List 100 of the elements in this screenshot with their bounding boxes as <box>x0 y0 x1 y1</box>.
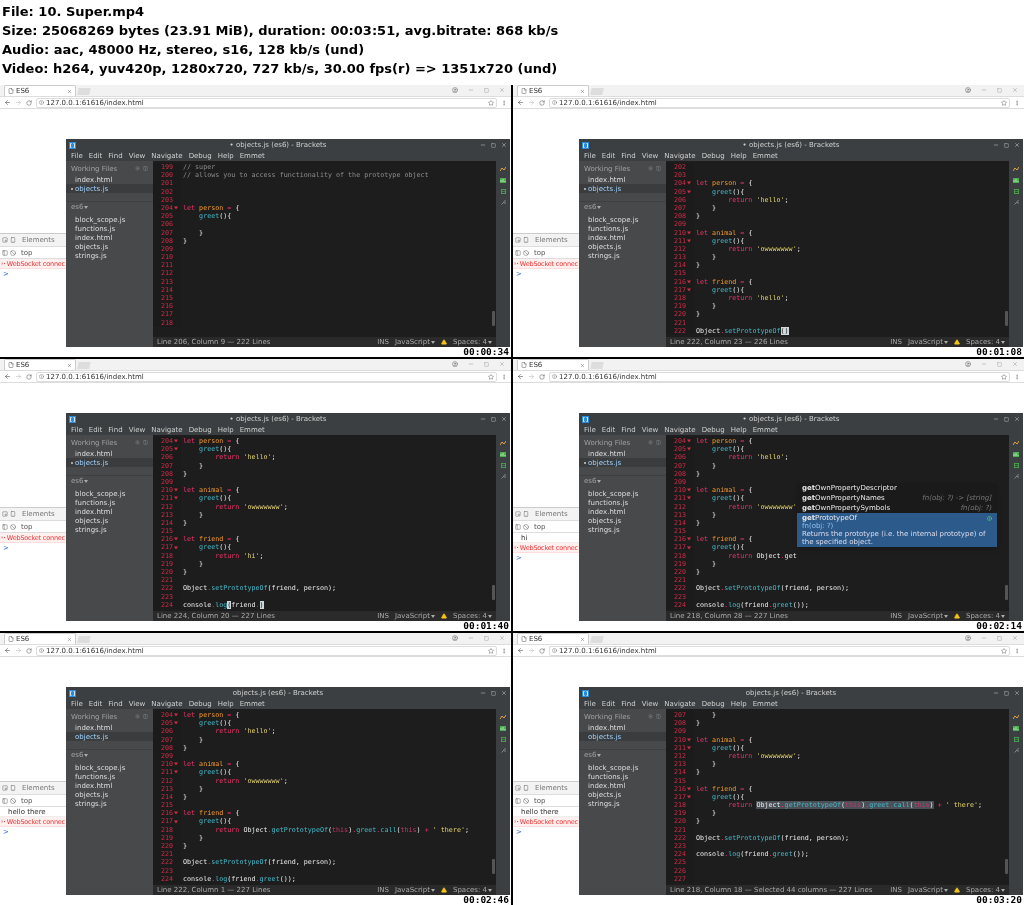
close-icon[interactable] <box>580 362 585 368</box>
gear-icon[interactable] <box>648 714 653 719</box>
box-icon[interactable] <box>1013 463 1019 468</box>
close-icon[interactable] <box>67 636 72 642</box>
maximize-icon[interactable] <box>491 416 496 422</box>
minimize-icon[interactable] <box>480 142 486 148</box>
fold-arrow-icon[interactable] <box>687 745 691 750</box>
maximize-icon[interactable] <box>484 87 489 93</box>
clear-icon[interactable] <box>523 523 529 530</box>
maximize-icon[interactable] <box>997 635 1002 641</box>
inspect-icon[interactable] <box>2 237 8 243</box>
reload-icon[interactable] <box>26 99 32 106</box>
expand-arrow-icon[interactable] <box>4 820 6 823</box>
back-icon[interactable] <box>517 373 524 380</box>
box-icon[interactable] <box>1013 737 1019 742</box>
reload-icon[interactable] <box>539 373 545 380</box>
wrench-icon[interactable] <box>1013 200 1019 205</box>
fold-arrow-icon[interactable] <box>174 537 178 542</box>
forward-icon[interactable] <box>528 373 535 380</box>
forward-icon[interactable] <box>528 99 535 106</box>
zigzag-icon[interactable] <box>1013 167 1019 172</box>
chart-icon[interactable] <box>1013 726 1019 731</box>
maximize-icon[interactable] <box>484 361 489 367</box>
split-view-icon[interactable] <box>143 166 148 171</box>
clear-icon[interactable] <box>523 797 529 804</box>
maximize-icon[interactable] <box>1004 690 1009 696</box>
inspect-icon[interactable] <box>515 785 521 791</box>
back-icon[interactable] <box>517 99 524 106</box>
fold-arrow-icon[interactable] <box>174 488 178 493</box>
box-icon[interactable] <box>500 189 506 194</box>
reload-icon[interactable] <box>26 647 32 654</box>
profile-icon[interactable] <box>965 361 971 367</box>
new-tab-button[interactable] <box>77 362 91 369</box>
clear-icon[interactable] <box>10 523 16 530</box>
fold-arrow-icon[interactable] <box>174 496 178 501</box>
star-icon[interactable] <box>1001 647 1007 654</box>
zigzag-icon[interactable] <box>500 167 506 172</box>
sidebar-icon[interactable] <box>515 523 521 530</box>
inspect-icon[interactable] <box>2 511 8 517</box>
back-icon[interactable] <box>4 99 11 106</box>
minimize-icon[interactable] <box>480 690 486 696</box>
fold-arrow-icon[interactable] <box>174 206 178 211</box>
close-icon[interactable] <box>1012 635 1018 641</box>
box-icon[interactable] <box>1013 189 1019 194</box>
fold-arrow-icon[interactable] <box>174 721 178 726</box>
fold-arrow-icon[interactable] <box>174 819 178 824</box>
close-icon[interactable] <box>67 362 72 368</box>
info-icon[interactable] <box>39 100 44 105</box>
scrollbar-thumb[interactable] <box>492 311 495 326</box>
fold-arrow-icon[interactable] <box>687 488 691 493</box>
device-icon[interactable] <box>523 511 529 517</box>
fold-arrow-icon[interactable] <box>687 545 691 550</box>
expand-arrow-icon[interactable] <box>4 262 6 265</box>
minimize-icon[interactable] <box>993 690 999 696</box>
device-icon[interactable] <box>523 237 529 243</box>
close-icon[interactable] <box>499 361 505 367</box>
expand-arrow-icon[interactable] <box>517 546 519 549</box>
menu-icon[interactable] <box>1014 373 1020 380</box>
star-icon[interactable] <box>488 373 494 380</box>
fold-arrow-icon[interactable] <box>687 537 691 542</box>
chart-icon[interactable] <box>500 178 506 183</box>
close-icon[interactable] <box>499 87 505 93</box>
close-icon[interactable] <box>580 88 585 94</box>
info-icon[interactable] <box>552 374 557 379</box>
wrench-icon[interactable] <box>500 474 506 479</box>
inspect-icon[interactable] <box>515 237 521 243</box>
code-editor[interactable] <box>666 435 1009 611</box>
scrollbar-thumb[interactable] <box>492 585 495 600</box>
minimize-icon[interactable] <box>993 142 999 148</box>
minimize-icon[interactable] <box>480 416 486 422</box>
profile-icon[interactable] <box>965 635 971 641</box>
menu-icon[interactable] <box>501 99 507 106</box>
gear-icon[interactable] <box>648 440 653 445</box>
warning-icon[interactable] <box>954 613 960 619</box>
chart-icon[interactable] <box>500 726 506 731</box>
warning-icon[interactable] <box>441 887 447 893</box>
scrollbar-thumb[interactable] <box>1005 585 1008 600</box>
fold-arrow-icon[interactable] <box>687 439 691 444</box>
gear-icon[interactable] <box>648 166 653 171</box>
new-tab-button[interactable] <box>77 88 91 95</box>
menu-icon[interactable] <box>501 373 507 380</box>
clear-icon[interactable] <box>10 797 16 804</box>
reload-icon[interactable] <box>539 647 545 654</box>
device-icon[interactable] <box>523 785 529 791</box>
fold-arrow-icon[interactable] <box>687 230 691 235</box>
expand-arrow-icon[interactable] <box>517 262 519 265</box>
wrench-icon[interactable] <box>500 748 506 753</box>
device-icon[interactable] <box>10 511 16 517</box>
box-icon[interactable] <box>500 463 506 468</box>
minimize-icon[interactable] <box>993 416 999 422</box>
profile-icon[interactable] <box>452 361 458 367</box>
close-icon[interactable] <box>1012 87 1018 93</box>
wrench-icon[interactable] <box>1013 474 1019 479</box>
device-icon[interactable] <box>10 237 16 243</box>
split-view-icon[interactable] <box>143 440 148 445</box>
forward-icon[interactable] <box>15 647 22 654</box>
maximize-icon[interactable] <box>491 690 496 696</box>
star-icon[interactable] <box>488 647 494 654</box>
inspect-icon[interactable] <box>2 785 8 791</box>
menu-icon[interactable] <box>501 647 507 654</box>
